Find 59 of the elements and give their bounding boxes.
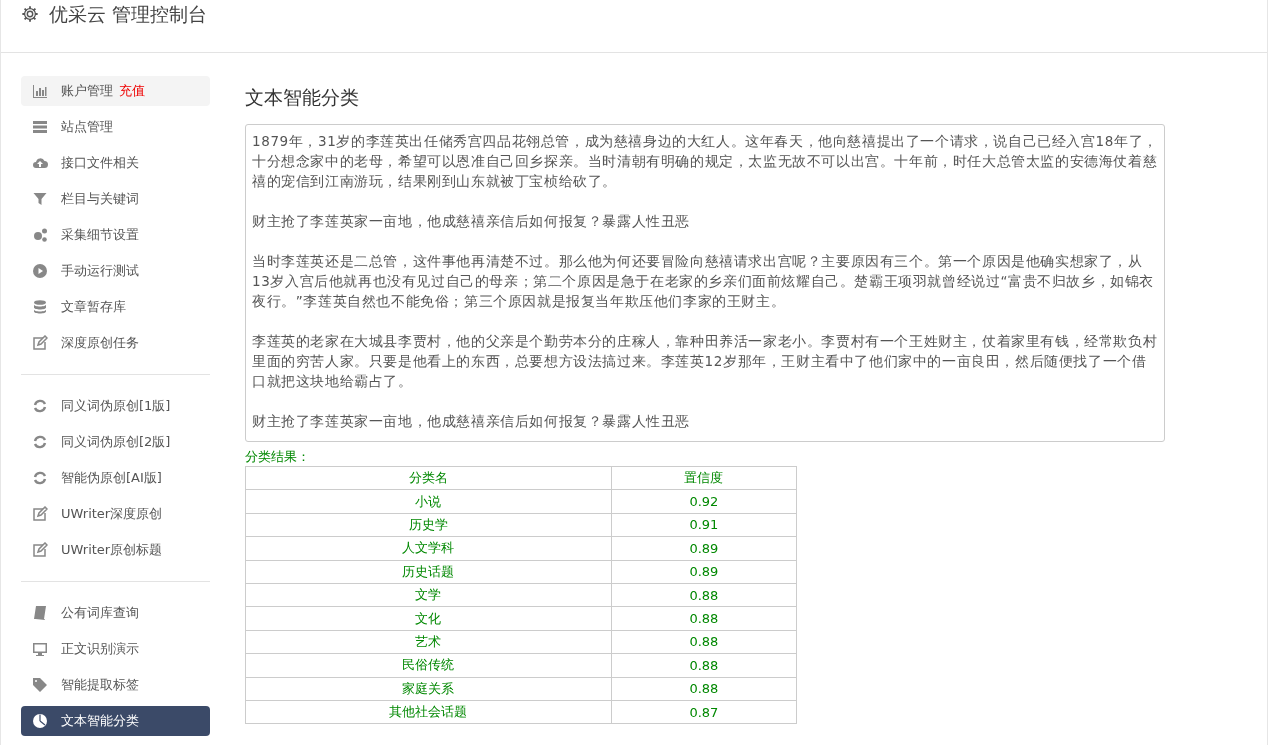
database-icon <box>32 299 48 315</box>
table-cell: 0.88 <box>611 630 797 654</box>
sidebar-item[interactable]: 手动运行测试 <box>21 256 210 286</box>
monitor-icon <box>32 641 48 657</box>
table-cell: 0.88 <box>611 583 797 607</box>
table-cell: 历史学 <box>245 513 612 537</box>
table-cell: 文学 <box>245 583 612 607</box>
settings-icon <box>21 5 39 23</box>
table-cell: 历史话题 <box>245 560 612 584</box>
table-cell: 人文学科 <box>245 536 612 561</box>
sidebar-item[interactable]: UWriter深度原创 <box>21 499 210 529</box>
sidebar-item[interactable]: 智能提取标签 <box>21 670 210 700</box>
table-cell: 小说 <box>245 489 612 514</box>
table-cell: 0.91 <box>611 513 797 537</box>
play-icon <box>32 263 48 279</box>
table-cell: 艺术 <box>245 630 612 654</box>
refresh-icon <box>32 470 48 486</box>
refresh-icon <box>32 434 48 450</box>
tag-icon <box>32 677 48 693</box>
table-cell: 其他社会话题 <box>245 700 612 724</box>
column-header: 置信度 <box>611 466 797 490</box>
filter-icon <box>32 191 48 207</box>
cloud-icon <box>32 155 48 171</box>
text-input[interactable]: 1879年，31岁的李莲英出任储秀宫四品花翎总管，成为慈禧身边的大红人。这年春天，他向慈禧提出了一个请求，说自己已经入宫18年了，十分想念家中的老母，希望可以恩准自己回乡探亲。当时清朝有明确的规定，太监无故不可以出宫。十年前，时任大总管太监的安德海仗着慈禧的宠信到江南游玩，结果刚到山东就被丁宝桢给砍了。 财主抢了李莲英家一亩地，他成慈禧亲信后如何报复？暴露人性丑恶 当时李莲英还是二总管，这件事他再清楚不过。那么他为何还要冒险向慈禧请求出宫呢？主要原因有三个。第一个原因是他确实想家了，从13岁入宫后他就再也没有见过自己的母亲；第二个原因是急于在老家的乡亲们面前炫耀自己。楚霸王项羽就曾经说过“富贵不归故乡，如锦衣夜行。”李莲英自然也不能免俗；第三个原因就是报复当年欺压他们李家的王财主。 李莲英的老家在大城县李贾村，他的父亲是个勤劳本分的庄稼人，靠种田养活一家老小。李贾村有一个王姓财主，仗着家里有钱，经常欺负村里面的穷苦人家。只要是他看上的东西，总要想方设法搞过来。李莲英12岁那年，王财主看中了他们家中的一亩良田，然后随便找了一个借口就把这块地给霸占了。 财主抢了李莲英家一亩地，他成慈禧亲信后如何报复？暴露人性丑恶 <box>245 124 1165 442</box>
sidebar-item[interactable]: 栏目与关键词 <box>21 184 210 214</box>
column-header: 分类名 <box>245 466 612 490</box>
table-cell: 0.92 <box>611 489 797 514</box>
result-label: 分类结果： <box>245 448 311 466</box>
edit-icon <box>32 542 48 558</box>
table-cell: 0.88 <box>611 677 797 701</box>
refresh-icon <box>32 398 48 414</box>
book-icon <box>32 605 48 621</box>
sidebar-item[interactable]: 站点管理 <box>21 112 210 142</box>
sidebar-item[interactable]: 同义词伪原创[1版] <box>21 391 210 421</box>
edit-icon <box>32 506 48 522</box>
table-cell: 文化 <box>245 606 612 631</box>
sidebar-item[interactable]: 采集细节设置 <box>21 220 210 250</box>
table-cell: 家庭关系 <box>245 677 612 701</box>
table-cell: 0.87 <box>611 700 797 724</box>
sidebar-item[interactable]: 接口文件相关 <box>21 148 210 178</box>
sidebar-item[interactable]: 账户管理 充值 <box>21 76 210 106</box>
app-title: 优采云 管理控制台 <box>49 4 208 24</box>
sidebar-item[interactable]: 文本智能分类 <box>21 706 210 736</box>
table-cell: 0.88 <box>611 653 797 677</box>
table-cell: 0.88 <box>611 606 797 631</box>
bars-icon <box>32 83 48 99</box>
table-cell: 0.89 <box>611 536 797 561</box>
sidebar-item[interactable]: 公有词库查询 <box>21 598 210 628</box>
sidebar-item[interactable]: 同义词伪原创[2版] <box>21 427 210 457</box>
table-cell: 0.89 <box>611 560 797 584</box>
sidebar-item[interactable]: UWriter原创标题 <box>21 535 210 565</box>
page-title: 文本智能分类 <box>245 85 360 110</box>
sidebar-item[interactable]: 深度原创任务 <box>21 328 210 358</box>
server-icon <box>32 119 48 135</box>
sidebar-item[interactable]: 正文识别演示 <box>21 634 210 664</box>
sidebar-item[interactable]: 文章暂存库 <box>21 292 210 322</box>
edit-icon <box>32 335 48 351</box>
sidebar-item[interactable]: 智能伪原创[AI版] <box>21 463 210 493</box>
table-cell: 民俗传统 <box>245 653 612 677</box>
